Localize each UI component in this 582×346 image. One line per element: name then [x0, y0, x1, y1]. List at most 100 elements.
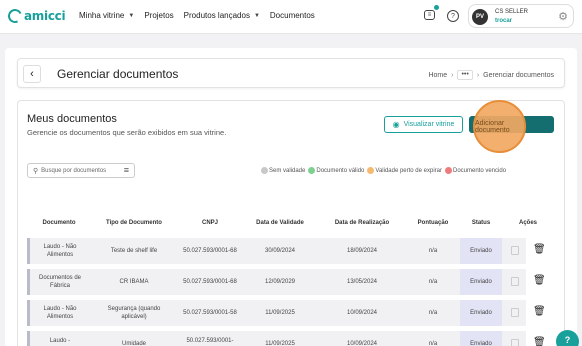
cell-validade: 30/09/2024	[264, 248, 296, 254]
chevron-left-icon: ‹	[30, 68, 34, 80]
switch-account-link[interactable]: trocar	[495, 18, 512, 24]
cell-documento: Laudo - Não Alimentos	[43, 306, 77, 320]
status-badge: Enviado	[460, 269, 502, 295]
cell-realizacao: 10/09/2024	[346, 341, 378, 346]
section-title: Meus documentos	[27, 113, 117, 125]
cell-cnpj: 50.027.593/0001-	[186, 338, 234, 344]
filter-icon[interactable]: ≡	[124, 165, 129, 175]
cell-tipo: Segurança (quando aplicável)	[107, 306, 161, 320]
table-row[interactable]: Documentos de Fábrica CR IBAMA 50.027.59…	[27, 269, 555, 295]
notification-dot	[434, 5, 439, 10]
nav-label: Documentos	[269, 11, 315, 20]
profile-menu[interactable]: PV CS SELLER trocar ⚙	[468, 4, 574, 28]
column-header: Tipo de Documento	[106, 220, 162, 226]
nav-label: Produtos lançados	[183, 11, 250, 20]
view-storefront-button[interactable]: ◉ Visualizar vitrine	[384, 116, 463, 133]
table-row[interactable]: Laudo - Umidade 50.027.593/0001- 11/09/2…	[27, 331, 555, 346]
cell-validade: 12/09/2029	[264, 279, 296, 285]
trash-icon[interactable]: 🗑	[533, 337, 546, 346]
legend-label: Sem validade	[269, 167, 306, 174]
back-button[interactable]: ‹	[23, 65, 41, 83]
breadcrumb-current: Gerenciar documentos	[483, 71, 554, 79]
legend-label: Documento vencido	[453, 167, 507, 174]
validity-indicator	[27, 269, 30, 295]
main-nav: Minha vitrine ▼ Projetos Produtos lançado…	[79, 11, 325, 20]
edit-icon[interactable]	[511, 246, 519, 255]
legend-label: Documento válido	[316, 167, 365, 174]
chat-icon[interactable]: ≡	[424, 10, 435, 20]
trash-icon[interactable]: 🗑	[533, 275, 546, 286]
brand-name: amicci	[24, 9, 66, 23]
edit-icon[interactable]	[511, 339, 519, 346]
cell-cnpj: 50.027.593/0001-68	[183, 248, 237, 254]
cell-tipo: CR IBAMA	[119, 279, 149, 285]
chevron-down-icon: ▼	[253, 12, 260, 19]
cell-pontuacao: n/a	[428, 310, 438, 316]
status-badge: Enviado	[460, 300, 502, 326]
column-header: Data de Validade	[256, 220, 304, 226]
search-placeholder: Busque por documentos	[41, 167, 107, 174]
cell-validade: 11/09/2025	[265, 341, 295, 346]
trash-icon[interactable]: 🗑	[533, 244, 546, 255]
cell-realizacao: 13/05/2024	[346, 279, 378, 285]
nav-label: Projetos	[144, 11, 174, 20]
help-chat-button[interactable]: ?	[556, 330, 579, 346]
cell-pontuacao: n/a	[428, 248, 438, 254]
search-icon: ⚲	[33, 167, 39, 175]
legend-swatch	[367, 167, 375, 174]
edit-icon[interactable]	[511, 277, 519, 286]
status-legend: Sem validade Documento válido Validade p…	[261, 167, 509, 174]
trash-icon[interactable]: 🗑	[533, 306, 546, 317]
legend-item: Documento vencido	[445, 167, 506, 174]
edit-icon[interactable]	[511, 308, 519, 317]
column-header: Ações	[518, 220, 537, 226]
cell-documento: Laudo -	[49, 338, 71, 344]
add-document-button-label: Adicionar documento	[473, 100, 526, 153]
cell-tipo: Umidade	[121, 341, 146, 346]
page-header: ‹ Gerenciar documentos Home › ••• › Gere…	[17, 58, 565, 88]
column-header: Pontuação	[417, 220, 449, 226]
cell-cnpj: 50.027.593/0001-58	[183, 310, 237, 316]
help-icon[interactable]: ?	[447, 10, 459, 22]
nav-item-produtos-lancados[interactable]: Produtos lançados ▼	[184, 11, 260, 20]
nav-item-documentos[interactable]: Documentos	[270, 11, 315, 20]
cell-validade: 11/09/2025	[265, 310, 295, 316]
profile-name: CS SELLER	[495, 9, 529, 15]
legend-swatch	[261, 167, 268, 174]
brand-logo[interactable]: amicci	[6, 7, 66, 25]
gear-icon[interactable]: ⚙	[558, 10, 568, 23]
cell-documento: Laudo - Não Alimentos	[43, 244, 77, 258]
column-header: CNPJ	[201, 220, 218, 226]
nav-item-projetos[interactable]: Projetos	[144, 11, 173, 20]
breadcrumb-separator: ›	[451, 71, 454, 79]
avatar: PV	[472, 9, 488, 25]
nav-item-minha-vitrine[interactable]: Minha vitrine ▼	[79, 11, 134, 20]
page-title: Gerenciar documentos	[57, 67, 179, 81]
table-row[interactable]: Laudo - Não Alimentos Segurança (quando …	[27, 300, 555, 326]
legend-swatch	[308, 167, 316, 174]
cell-tipo: Teste de shelf life	[110, 248, 158, 254]
breadcrumb-home[interactable]: Home	[428, 72, 447, 79]
cell-realizacao: 10/09/2024	[346, 310, 378, 316]
legend-label: Validade perto de expirar	[375, 167, 442, 174]
validity-indicator	[27, 331, 30, 346]
table-row[interactable]: Laudo - Não Alimentos Teste de shelf lif…	[27, 238, 555, 264]
search-input[interactable]: ⚲ Busque por documentos ≡	[27, 163, 135, 178]
amicci-logo-icon	[6, 7, 24, 25]
view-storefront-label: Visualizar vitrine	[403, 121, 455, 128]
nav-label: Minha vitrine	[79, 11, 125, 20]
legend-swatch	[445, 167, 452, 174]
legend-item: Validade perto de expirar	[367, 167, 442, 174]
legend-item: Sem validade	[261, 167, 305, 174]
breadcrumb-separator: ›	[476, 71, 480, 79]
table-header: Documento Tipo de Documento CNPJ Data de…	[27, 220, 555, 230]
column-header: Documento	[42, 220, 76, 226]
status-badge: Enviado	[460, 238, 502, 264]
column-header: Data de Realização	[334, 220, 390, 226]
column-header: Status	[471, 220, 491, 226]
top-navbar: amicci Minha vitrine ▼ Projetos Produtos …	[0, 0, 582, 34]
chevron-down-icon: ▼	[128, 12, 135, 19]
validity-indicator	[27, 238, 30, 264]
cell-realizacao: 18/09/2024	[346, 248, 378, 254]
breadcrumb-more[interactable]: •••	[457, 70, 473, 80]
